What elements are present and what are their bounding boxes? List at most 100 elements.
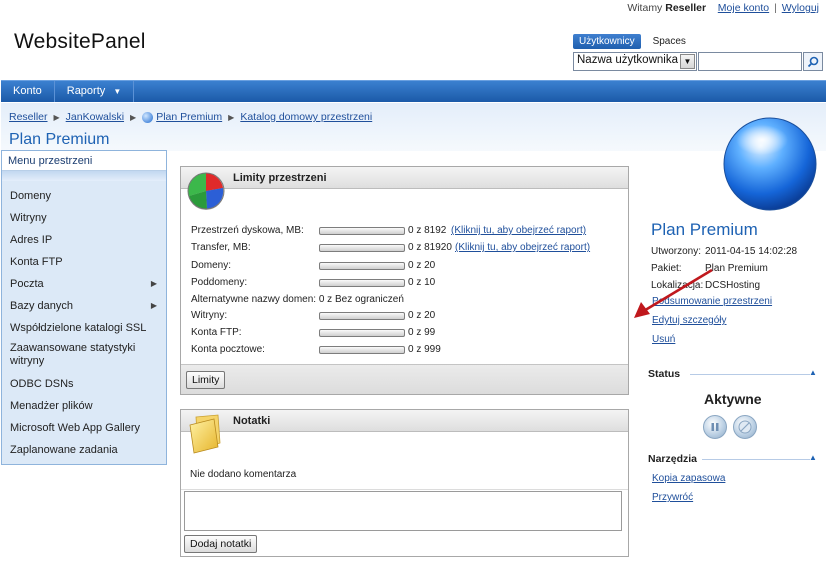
quota-label: Transfer, MB: (191, 242, 251, 253)
info-created: Utworzony: 2011-04-15 14:02:28 (651, 246, 797, 257)
alt-domains-text: Alternatywne nazwy domen: 0 z Bez ograni… (191, 294, 404, 305)
notes-textarea[interactable] (184, 491, 622, 531)
nav-reports[interactable]: Raporty ▼ (55, 81, 135, 102)
search-icon (807, 56, 819, 67)
brand-logo[interactable]: WebsitePanel (14, 30, 146, 54)
quota-bar (319, 329, 405, 337)
restore-link[interactable]: Przywróć (652, 492, 693, 503)
breadcrumb-user[interactable]: JanKowalski (66, 111, 124, 123)
quota-label: Konta pocztowe: (191, 344, 265, 355)
backup-link[interactable]: Kopia zapasowa (652, 473, 725, 484)
search-type-value: Nazwa użytkownika (577, 54, 678, 66)
quota-value: 0 z 999 (408, 344, 441, 355)
search-button[interactable] (803, 52, 823, 71)
disk-report-link[interactable]: (Kliknij tu, aby obejrzeć raport) (451, 225, 586, 236)
menu-item-label: Zaplanowane zadania (10, 444, 118, 456)
quota-value: 0 z 8192 (408, 225, 447, 236)
status-value: Aktywne (704, 391, 762, 407)
nav-account[interactable]: Konto (1, 81, 55, 102)
menu-item-ip-address[interactable]: Adres IP (2, 229, 166, 251)
menu-item-scheduled-tasks[interactable]: Zaplanowane zadania (2, 439, 166, 461)
divider (690, 374, 810, 375)
delete-link[interactable]: Usuń (652, 334, 675, 345)
page-title: Plan Premium (9, 131, 110, 148)
chevron-right-icon: ▶ (150, 301, 157, 310)
menu-item-odbc-dsns[interactable]: ODBC DSNs (2, 373, 166, 395)
search-type-select[interactable]: Nazwa użytkownika ▼ (573, 52, 697, 71)
quota-value: 0 z 10 (408, 277, 436, 288)
quota-label: Konta FTP: (191, 327, 242, 338)
notes-folder-icon (189, 414, 221, 454)
created-label: Utworzony: (651, 246, 702, 257)
quota-value: 0 z 99 (408, 327, 436, 338)
chevron-up-icon[interactable]: ▲ (809, 368, 817, 377)
menu-item-shared-ssl[interactable]: Współdzielone katalogi SSL (2, 317, 166, 339)
globe-icon (142, 111, 154, 123)
link-separator: | (774, 2, 777, 14)
chevron-down-icon[interactable]: ▼ (680, 54, 695, 69)
search-input[interactable] (698, 52, 802, 71)
quota-value: 0 z 81920 (408, 242, 452, 253)
divider (702, 459, 810, 460)
menu-item-ftp-accounts[interactable]: Konta FTP (2, 251, 166, 273)
chevron-right-icon: ▶ (150, 279, 157, 288)
menu-item-label: Konta FTP (10, 256, 63, 268)
pause-button[interactable] (703, 415, 727, 439)
quota-label: Przestrzeń dyskowa, MB: (191, 225, 304, 236)
limits-panel: Limity przestrzeni Przestrzeń dyskowa, M… (180, 166, 629, 395)
current-user: Reseller (665, 2, 707, 14)
nav-account-label: Konto (13, 85, 42, 97)
menu-item-mail[interactable]: Poczta ▶ (2, 273, 166, 295)
tab-users[interactable]: Użytkownicy (573, 34, 641, 49)
pie-chart-icon (187, 172, 225, 210)
pause-icon (711, 423, 719, 431)
add-note-button[interactable]: Dodaj notatki (184, 535, 258, 553)
menu-item-databases[interactable]: Bazy danych ▶ (2, 295, 166, 317)
notes-list: Nie dodano komentarza (181, 464, 628, 490)
transfer-report-link[interactable]: (Kliknij tu, aby obejrzeć raport) (455, 242, 590, 253)
limits-button[interactable]: Limity (186, 371, 226, 389)
menu-item-file-manager[interactable]: Menadżer plików (2, 395, 166, 417)
quota-value: 0 z 20 (408, 310, 436, 321)
breadcrumb-home-folder[interactable]: Katalog domowy przestrzeni (240, 111, 372, 123)
menu-item-label: Współdzielone katalogi SSL (10, 322, 147, 334)
limits-panel-title: Limity przestrzeni (181, 167, 628, 189)
menu-item-domains[interactable]: Domeny (2, 185, 166, 207)
search-tabs: Użytkownicy Spaces (573, 34, 692, 49)
quota-bar (319, 346, 405, 354)
quota-label: Poddomeny: (191, 277, 248, 288)
welcome-text: Witamy (627, 2, 663, 14)
space-menu-title: Menu przestrzeni (2, 151, 166, 171)
top-links: Witamy Reseller Moje konto | Wyloguj (627, 2, 819, 14)
stop-button[interactable] (733, 415, 757, 439)
breadcrumb-reseller[interactable]: Reseller (9, 111, 48, 123)
main-nav-bar: Konto Raporty ▼ (1, 80, 826, 102)
menu-item-websites[interactable]: Witryny (2, 207, 166, 229)
notes-panel-title: Notatki (181, 410, 628, 432)
quota-label: Witryny: (191, 310, 228, 321)
menu-item-label: Zaawansowane statystyki witryny (10, 342, 136, 367)
tab-spaces[interactable]: Spaces (647, 34, 692, 49)
summary-title: Plan Premium (651, 220, 758, 239)
my-account-link[interactable]: Moje konto (718, 2, 769, 14)
notes-panel: Notatki Nie dodano komentarza Dodaj nota… (180, 409, 629, 557)
menu-item-advanced-stats[interactable]: Zaawansowane statystyki witryny (2, 339, 166, 373)
menu-item-label: Witryny (10, 212, 47, 224)
menu-item-web-app-gallery[interactable]: Microsoft Web App Gallery (2, 417, 166, 439)
chevron-right-icon: ▶ (53, 112, 60, 122)
breadcrumb-plan[interactable]: Plan Premium (156, 111, 222, 123)
menu-item-label: Poczta (10, 278, 44, 290)
quota-label: Domeny: (191, 260, 232, 271)
chevron-up-icon[interactable]: ▲ (809, 453, 817, 462)
logout-link[interactable]: Wyloguj (782, 2, 819, 14)
quota-bar (319, 244, 405, 252)
menu-item-label: Microsoft Web App Gallery (10, 422, 141, 434)
tools-section-title: Narzędzia (648, 453, 698, 465)
created-value: 2011-04-15 14:02:28 (705, 246, 798, 257)
menu-item-label: Menadżer plików (10, 400, 93, 412)
no-notes-text: Nie dodano komentarza (190, 469, 297, 480)
search-bar: Nazwa użytkownika ▼ (573, 52, 823, 71)
limits-panel-footer: Limity (181, 364, 628, 394)
chevron-down-icon: ▼ (113, 87, 122, 96)
stop-icon (738, 420, 752, 434)
